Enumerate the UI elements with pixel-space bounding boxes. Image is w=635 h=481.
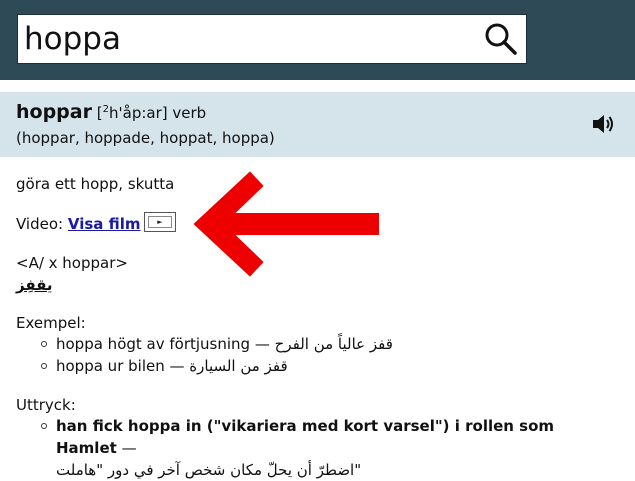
- pronunciation: [2h'åp:ar]: [96, 104, 168, 122]
- play-audio-button[interactable]: [590, 112, 616, 136]
- red-arrow: [190, 168, 381, 280]
- video-label: Video:: [16, 215, 64, 233]
- examples-heading: Exempel:: [16, 314, 86, 332]
- headword-line: hoppar [2h'åp:ar] verb: [16, 101, 206, 123]
- search-box: [17, 14, 527, 64]
- speaker-icon: [593, 115, 613, 133]
- idioms-heading: Uttryck:: [16, 396, 76, 414]
- list-item: hoppa högt av förtjusning — قفز عالياً م…: [16, 333, 393, 355]
- entry-header: hoppar [2h'åp:ar] verb (hoppar, hoppade,…: [0, 92, 635, 157]
- video-row: Video: Visa film: [16, 215, 141, 233]
- translation: يقفِز: [16, 276, 53, 294]
- list-item: han fick hoppa in ("vikariera med kort v…: [16, 415, 620, 479]
- video-link[interactable]: Visa film: [68, 215, 141, 233]
- definition: göra ett hopp, skutta: [16, 175, 175, 193]
- inflections: (hoppar, hoppade, hoppat, hoppa): [16, 129, 275, 147]
- valency: <A/ x hoppar>: [16, 254, 128, 272]
- list-item: hoppa ur bilen — قفز من السيارة: [16, 355, 393, 377]
- film-icon: ►: [148, 216, 172, 228]
- search-icon: [485, 23, 517, 55]
- idioms-list: han fick hoppa in ("vikariera med kort v…: [16, 415, 620, 479]
- headword: hoppar: [16, 101, 92, 123]
- top-bar: [0, 0, 635, 80]
- examples-list: hoppa högt av förtjusning — قفز عالياً م…: [16, 333, 393, 377]
- search-input[interactable]: [24, 19, 474, 59]
- film-button[interactable]: ►: [144, 212, 176, 232]
- search-button[interactable]: [484, 22, 518, 56]
- part-of-speech: verb: [172, 104, 207, 122]
